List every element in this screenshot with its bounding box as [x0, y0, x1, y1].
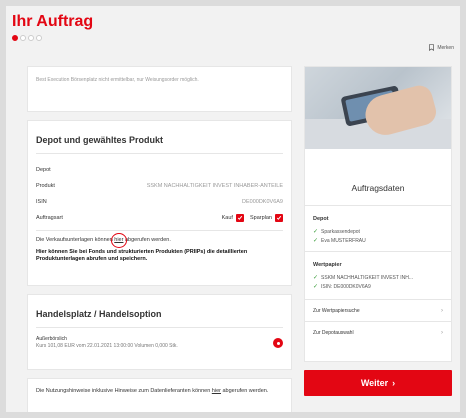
summary-depot-heading: Depot — [313, 216, 329, 222]
page-header: Ihr Auftrag Merken — [6, 6, 460, 58]
handel-option-sub: Kurs 101,08 EUR vom 22.01.2021 13:00:00 … — [36, 343, 178, 349]
row-label: Produkt — [36, 183, 55, 189]
handel-option-text: Außerbörslich Kurs 101,08 EUR vom 22.01.… — [36, 336, 178, 350]
row-isin: ISIN DE000DK0V6A9 — [36, 194, 283, 210]
weiter-button[interactable]: Weiter › — [304, 370, 452, 396]
list-item: ✓ Sparkassendepot — [313, 227, 443, 236]
list-item-text: ISIN: DE000DK0V6A9 — [321, 283, 371, 290]
row-label: Depot — [36, 167, 51, 173]
merken-button[interactable]: Merken — [428, 44, 454, 51]
auftragsart-options: Kauf Sparplan — [222, 214, 283, 222]
summary-wp-heading: Wertpapier — [313, 262, 342, 268]
note-text-end: abgerufen werden. — [220, 388, 269, 394]
checkmark-icon — [275, 214, 283, 222]
check-icon: ✓ — [313, 229, 319, 235]
link-depotauswahl[interactable]: Zur Depotauswahl › — [305, 321, 451, 343]
link-wertpapiersuche[interactable]: Zur Wertpapiersuche › — [305, 299, 451, 321]
list-item: ✓ ISIN: DE000DK0V6A9 — [313, 282, 443, 291]
kauf-checkbox[interactable]: Kauf — [222, 214, 244, 222]
chevron-right-icon: › — [392, 378, 396, 388]
check-icon: ✓ — [313, 284, 319, 290]
row-depot: Depot — [36, 162, 283, 178]
link-label: Zur Depotauswahl — [313, 329, 354, 336]
row-auftragsart: Auftragsart Kauf Sparplan — [36, 210, 283, 226]
verkaufsunterlagen-link[interactable]: hier — [111, 233, 128, 248]
checkmark-icon — [235, 214, 244, 222]
handel-card: Handelsplatz / Handelsoption Außerbörsli… — [27, 294, 292, 370]
handel-option-ausserboerslich[interactable]: Außerbörslich Kurs 101,08 EUR vom 22.01.… — [36, 328, 283, 350]
nutzungshinweise-link[interactable]: hier — [212, 388, 221, 394]
list-item-text: SSKM NACHHALTIGKEIT INVEST INH... — [321, 274, 413, 281]
sparplan-checkbox[interactable]: Sparplan — [250, 214, 283, 222]
row-label: ISIN — [36, 199, 47, 205]
row-value: SSKM NACHHALTIGKEIT INVEST INHABER-ANTEI… — [146, 183, 283, 189]
sparplan-label: Sparplan — [249, 215, 272, 221]
merken-label: Merken — [437, 44, 454, 51]
step-dot-1 — [12, 35, 18, 41]
page-title: Ihr Auftrag — [12, 13, 94, 30]
summary-card: Auftragsdaten Depot ✓ Sparkassendepot ✓ Ev… — [304, 66, 452, 362]
summary-photo — [305, 67, 451, 149]
chevron-right-icon: › — [441, 329, 443, 336]
left-column: Best Execution Börsenplatz nicht ermitte… — [27, 66, 292, 412]
right-column: Auftragsdaten Depot ✓ Sparkassendepot ✓ Ev… — [304, 66, 452, 396]
note-card: Die Nutzungshinweise inklusive Hinweise … — [27, 378, 292, 412]
list-item-text: Sparkassendepot — [321, 228, 360, 235]
check-icon: ✓ — [313, 275, 319, 281]
summary-depot-section: Depot ✓ Sparkassendepot ✓ Eva MUSTERFRAU — [305, 206, 451, 245]
summary-title: Auftragsdaten — [305, 183, 451, 206]
step-dot-3 — [28, 35, 34, 41]
step-dot-4 — [36, 35, 42, 41]
step-indicator — [12, 35, 42, 41]
info-text: Best Execution Börsenplatz nicht ermitte… — [36, 77, 199, 83]
step-dot-2 — [20, 35, 26, 41]
list-item: ✓ Eva MUSTERFRAU — [313, 236, 443, 245]
kauf-label: Kauf — [221, 215, 233, 221]
priips-text: Hier können Sie bei Fonds und strukturie… — [36, 249, 248, 262]
note-text: Die Nutzungshinweise inklusive Hinweise … — [36, 388, 212, 394]
handel-option-title: Außerbörslich — [36, 336, 67, 342]
row-produkt: Produkt SSKM NACHHALTIGKEIT INVEST INHAB… — [36, 178, 283, 194]
text-part: abgerufen werden. — [123, 237, 171, 243]
depot-card: Depot und gewähltes Produkt Depot Produk… — [27, 120, 292, 286]
check-icon: ✓ — [313, 238, 319, 244]
bookmark-icon — [429, 44, 435, 51]
auftragsart-label: Auftragsart — [36, 215, 63, 221]
chevron-right-icon: › — [441, 307, 443, 314]
depot-title: Depot und gewähltes Produkt — [36, 121, 283, 154]
verkaufsunterlagen-text: Die Verkaufsunterlagen können hier abger… — [36, 231, 283, 248]
weiter-label: Weiter — [360, 378, 389, 388]
link-label: Zur Wertpapiersuche — [313, 307, 360, 314]
summary-wp-section: Wertpapier ✓ SSKM NACHHALTIGKEIT INVEST I… — [305, 252, 451, 291]
app-frame: Ihr Auftrag Merken Best Execution Börsen… — [6, 6, 460, 412]
list-item-text: Eva MUSTERFRAU — [321, 237, 366, 244]
row-value: DE000DK0V6A9 — [242, 199, 283, 205]
list-item: ✓ SSKM NACHHALTIGKEIT INVEST INH... — [313, 273, 443, 282]
info-card: Best Execution Börsenplatz nicht ermitte… — [27, 66, 292, 112]
radio-selected-icon[interactable] — [273, 338, 283, 348]
text-part: Die Verkaufsunterlagen können — [36, 237, 115, 243]
handel-title: Handelsplatz / Handelsoption — [36, 295, 283, 328]
